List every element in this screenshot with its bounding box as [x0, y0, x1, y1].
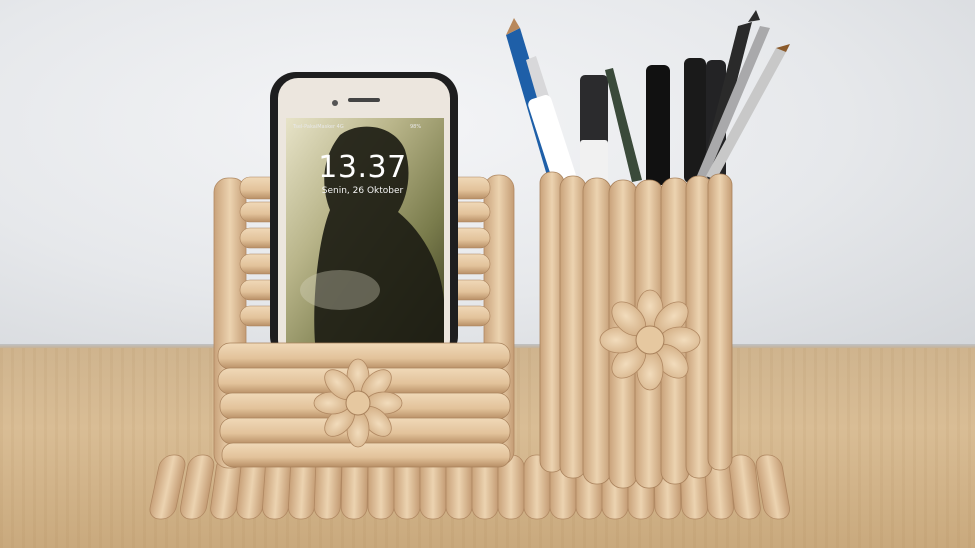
phone-lock-date: Senin, 26 Oktober: [321, 186, 404, 196]
flower-decoration-left: [313, 358, 403, 448]
phone-lock-time: 13.37: [318, 150, 407, 185]
phone-holder: [213, 72, 515, 469]
smartphone: [270, 72, 458, 362]
pens-and-pencils: [506, 10, 790, 186]
phone-battery-text: 98%: [410, 124, 422, 130]
flower-decoration-right: [599, 289, 701, 391]
phone-carrier-text: Tsel-PakaiMasker 4G: [293, 124, 344, 130]
organizer-illustration: [149, 10, 790, 520]
photo-scene: Tsel-PakaiMasker 4G 98% 13.37 Senin, 26 …: [0, 0, 975, 548]
pen-cup: [539, 171, 733, 489]
